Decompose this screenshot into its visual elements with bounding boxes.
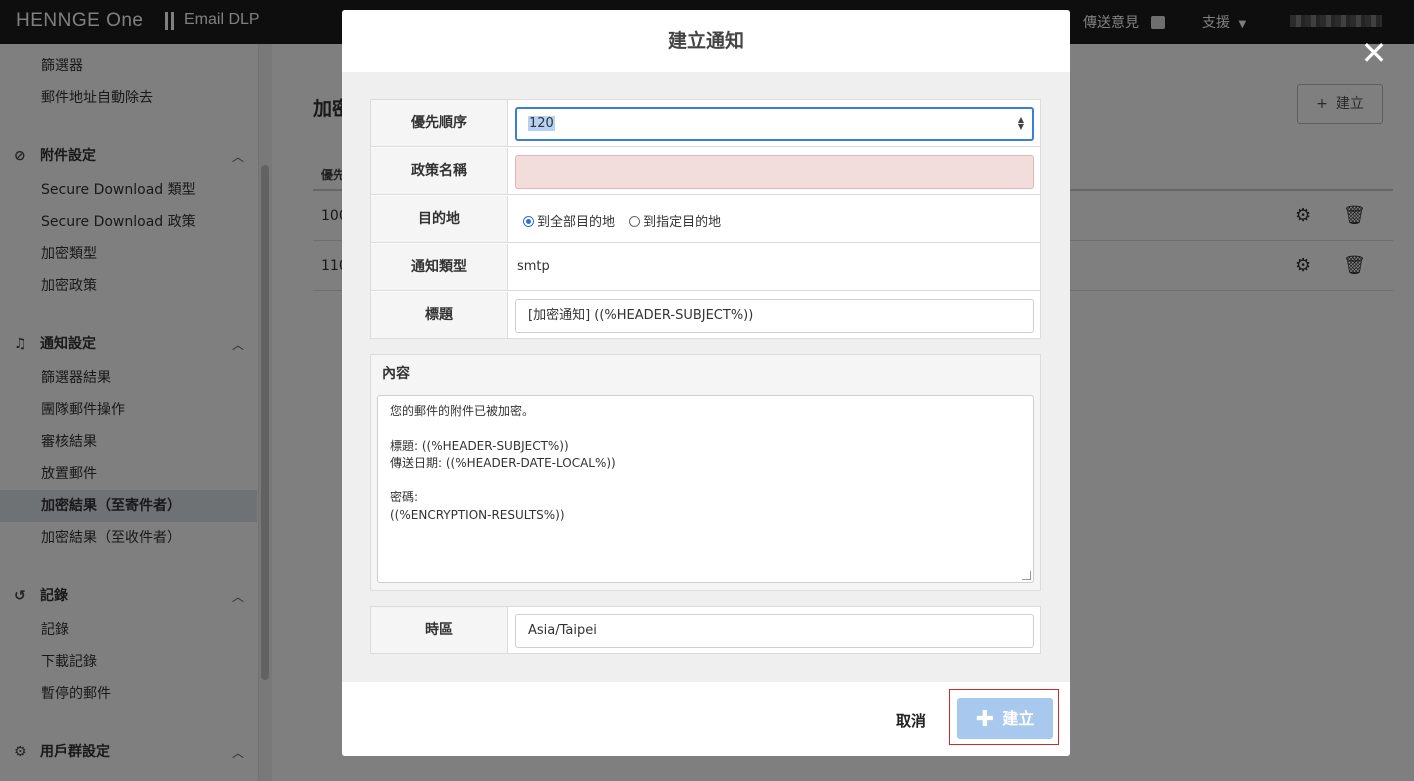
- close-icon[interactable]: ✕: [1359, 37, 1389, 69]
- form-row-timezone: 時區 Asia/Taipei: [371, 607, 1040, 654]
- form-table: 優先順序 120 ▲ ▼ 政策名稱 目的地 到全部目的地 到指定目的地 通知類型 …: [370, 99, 1041, 339]
- subject-label: 標題: [371, 292, 508, 338]
- policy-name-input[interactable]: [515, 155, 1034, 189]
- radio-all-destinations[interactable]: 到全部目的地: [523, 215, 615, 230]
- submit-label: 建立: [1002, 709, 1035, 728]
- content-section: 內容 您的郵件的附件已被加密。 標題: ((%HEADER-SUBJECT%))…: [370, 354, 1041, 591]
- resize-handle-icon[interactable]: [1022, 571, 1031, 580]
- notify-type-value: smtp: [517, 259, 550, 274]
- subject-input[interactable]: [加密通知] ((%HEADER-SUBJECT%)): [515, 299, 1034, 333]
- form-row-notify-type: 通知類型 smtp: [371, 244, 1040, 291]
- destination-label: 目的地: [371, 196, 508, 242]
- content-label: 內容: [382, 366, 410, 382]
- notify-type-label: 通知類型: [371, 244, 508, 290]
- form-row-policy-name: 政策名稱: [371, 148, 1040, 195]
- create-notification-dialog: 建立通知 優先順序 120 ▲ ▼ 政策名稱 目的地 到全部目的地 到指定目的地 …: [342, 10, 1070, 756]
- form-row-priority: 優先順序 120 ▲ ▼: [371, 100, 1040, 147]
- timezone-input[interactable]: Asia/Taipei: [515, 614, 1034, 648]
- form-row-destination: 目的地 到全部目的地 到指定目的地: [371, 196, 1040, 243]
- radio-specific-destination[interactable]: 到指定目的地: [629, 215, 721, 230]
- content-textarea[interactable]: 您的郵件的附件已被加密。 標題: ((%HEADER-SUBJECT%)) 傳送…: [377, 395, 1034, 583]
- radio-label: 到全部目的地: [537, 215, 616, 230]
- timezone-table: 時區 Asia/Taipei: [370, 606, 1041, 654]
- submit-create-button[interactable]: ✚ 建立: [957, 698, 1053, 739]
- dialog-footer: 取消 ✚ 建立: [342, 682, 1070, 756]
- radio-unchecked-icon: [629, 216, 641, 227]
- dialog-title: 建立通知: [342, 10, 1070, 72]
- form-row-subject: 標題 [加密通知] ((%HEADER-SUBJECT%)): [371, 292, 1040, 339]
- plus-icon: ✚: [975, 707, 995, 732]
- destination-radio-group: 到全部目的地 到指定目的地: [523, 211, 721, 230]
- priority-input[interactable]: 120 ▲ ▼: [515, 107, 1034, 141]
- priority-label: 優先順序: [371, 100, 508, 146]
- radio-label: 到指定目的地: [643, 215, 722, 230]
- radio-checked-icon: [523, 216, 534, 227]
- number-stepper-icon[interactable]: ▲ ▼: [1018, 116, 1024, 131]
- priority-value: 120: [528, 116, 555, 131]
- cancel-button[interactable]: 取消: [896, 710, 926, 731]
- timezone-label: 時區: [371, 607, 508, 653]
- policy-name-label: 政策名稱: [371, 148, 508, 194]
